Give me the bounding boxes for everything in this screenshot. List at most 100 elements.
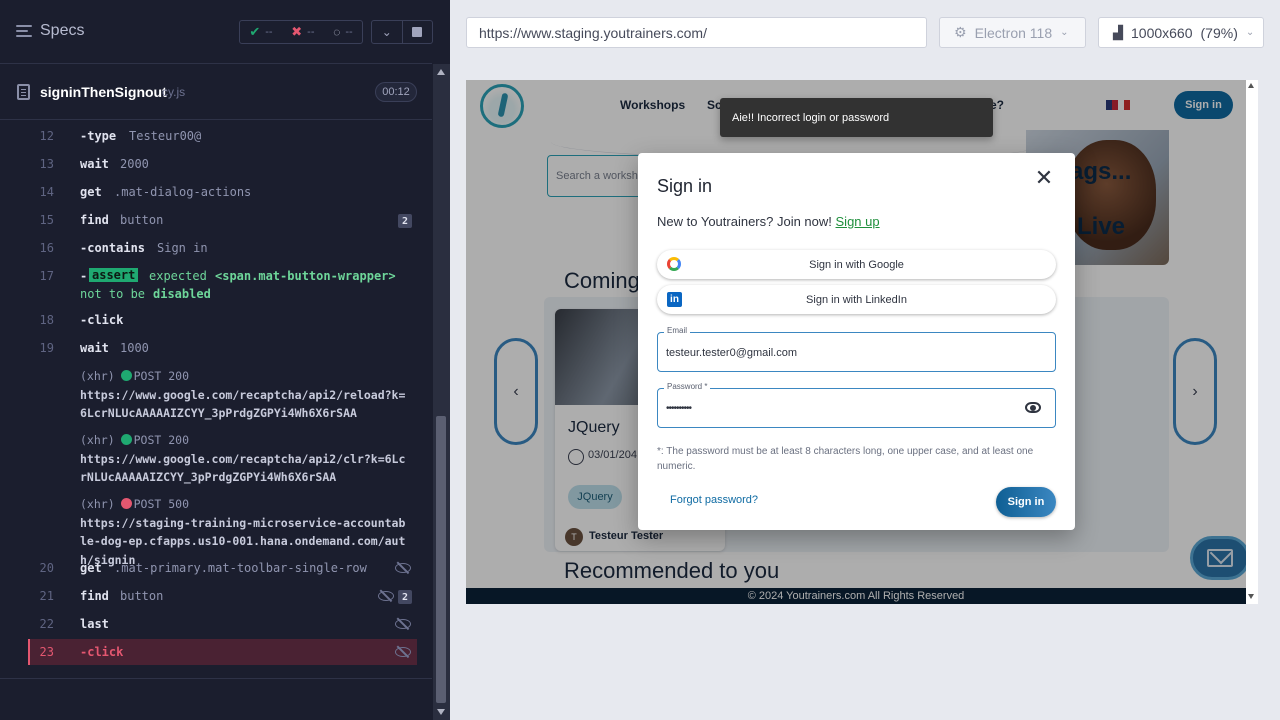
xhr-status: POST 500	[133, 497, 190, 511]
password-label: Password *	[664, 382, 711, 391]
xhr-url: https://www.google.com/recaptcha/api2/re…	[80, 387, 406, 421]
command-number: 16	[39, 241, 54, 255]
document-icon	[17, 84, 30, 100]
scroll-down-icon[interactable]	[1248, 594, 1254, 599]
zoom-level: (79%)	[1200, 24, 1238, 41]
xhr-url: https://www.google.com/recaptcha/api2/cl…	[80, 451, 406, 485]
email-field[interactable]: Email testeur.tester0@gmail.com	[657, 326, 1056, 372]
browser-name: Electron 118	[974, 24, 1053, 41]
spec-title-row: signinThenSignout cy.js 00:12	[0, 65, 432, 120]
command-number: 21	[39, 589, 54, 603]
xhr-prefix: (xhr)	[80, 497, 115, 511]
eye-icon[interactable]	[1025, 402, 1041, 413]
check-icon: ✔	[249, 24, 261, 39]
stop-button[interactable]	[401, 21, 433, 43]
command-name: find	[80, 213, 109, 227]
status-dot-icon	[120, 370, 132, 381]
google-signin-button[interactable]: Sign in with Google	[657, 250, 1056, 279]
scroll-thumb[interactable]	[436, 416, 446, 703]
password-value: ••••••••••	[666, 403, 692, 414]
element-count-badge: 2	[398, 590, 412, 604]
command-name: -click	[80, 645, 124, 659]
email-label: Email	[664, 326, 691, 335]
xhr-log-entry[interactable]: (xhr) POST 200 https://www.google.com/rec…	[80, 367, 410, 423]
url-bar[interactable]: https://www.staging.youtrainers.com/	[466, 17, 927, 48]
command-number: 20	[39, 561, 54, 575]
test-stats: ✔ -- ✖ -- ◌ --	[239, 20, 363, 44]
signup-link[interactable]: Sign up	[836, 214, 880, 229]
command-name: wait	[80, 157, 109, 171]
error-toast: Aie!! Incorrect login or password	[720, 98, 993, 137]
google-icon	[667, 257, 681, 271]
specs-label: Specs	[40, 22, 85, 39]
element-count-badge: 2	[398, 214, 412, 228]
menu-icon	[16, 25, 32, 37]
viewport-size: 1000x660	[1131, 24, 1193, 41]
assert-message: not to be	[80, 287, 146, 301]
command-message: Testeur00@	[129, 129, 202, 143]
command-name: -type	[80, 129, 117, 143]
chevron-down-icon[interactable]: ⌄	[372, 21, 402, 43]
status-dot-icon	[120, 434, 132, 445]
scroll-up-icon[interactable]	[437, 69, 445, 75]
xhr-status: POST 200	[133, 433, 190, 447]
cypress-reporter: Specs ✔ -- ✖ -- ◌ -- ⌄ signinThenSignout cy…	[0, 0, 450, 720]
command-number: 17	[39, 269, 54, 283]
specs-toggle-button[interactable]: Specs	[16, 22, 84, 40]
command-number: 12	[39, 129, 54, 143]
command-message: button	[120, 589, 164, 603]
spec-name: signinThenSignout	[40, 84, 167, 100]
scroll-down-icon[interactable]	[437, 709, 445, 715]
command-number: 15	[39, 213, 54, 227]
pending-stat: ◌ --	[333, 25, 353, 39]
google-signin-label: Sign in with Google	[809, 258, 904, 271]
chevron-down-icon: ⌄	[1060, 27, 1069, 38]
stop-icon	[412, 27, 423, 37]
eye-off-icon	[395, 619, 411, 629]
spec-extension: cy.js	[162, 85, 186, 99]
assert-subject: <span.mat-button-wrapper>	[215, 269, 396, 283]
command-name: -contains	[80, 241, 146, 255]
password-field[interactable]: Password * ••••••••••	[657, 382, 1056, 428]
xhr-prefix: (xhr)	[80, 433, 115, 447]
reporter-footer-divider	[0, 678, 432, 679]
chevron-down-icon: ⌄	[1245, 27, 1255, 38]
app-under-test-frame: Workshops Sc e? Sign in ags... Live Sear…	[466, 80, 1246, 604]
browser-selector[interactable]: ⚙ Electron 118 ⌄	[939, 17, 1086, 48]
command-message: 1000	[120, 341, 149, 355]
command-number: 23	[39, 645, 54, 659]
xhr-log-entry[interactable]: (xhr) POST 500 https://staging-training-m…	[80, 495, 410, 569]
command-message: 2000	[120, 157, 149, 171]
command-name: last	[80, 617, 109, 631]
eye-off-icon	[395, 647, 411, 657]
viewport-selector[interactable]: ▟ 1000x660 (79%) ⌄	[1098, 17, 1264, 48]
xhr-log-entry[interactable]: (xhr) POST 200 https://www.google.com/rec…	[80, 431, 410, 487]
xhr-status: POST 200	[133, 369, 190, 383]
command-log: 12 -type Testeur00@ 13 wait 2000 14 get …	[0, 121, 432, 681]
password-hint: *: The password must be at least 8 chara…	[657, 446, 1034, 472]
reporter-scrollbar[interactable]	[433, 64, 450, 720]
run-controls: ⌄	[371, 20, 433, 44]
linkedin-signin-button[interactable]: in Sign in with LinkedIn	[657, 285, 1056, 314]
signin-submit-button[interactable]: Sign in	[996, 487, 1056, 517]
command-number: 13	[39, 157, 54, 171]
dialog-title: Sign in	[657, 176, 713, 196]
scroll-up-icon[interactable]	[1248, 83, 1254, 88]
reporter-header: Specs ✔ -- ✖ -- ◌ -- ⌄	[0, 0, 433, 64]
close-icon[interactable]: ✕	[1033, 167, 1055, 189]
app-scrollbar[interactable]	[1246, 80, 1258, 604]
forgot-password-link[interactable]: Forgot password?	[670, 494, 758, 506]
command-message: button	[120, 213, 164, 227]
command-number: 14	[39, 185, 54, 199]
assert-message: expected	[149, 269, 207, 283]
command-number: 22	[39, 617, 54, 631]
command-name: -click	[80, 313, 124, 327]
eye-off-icon	[378, 591, 394, 601]
browser-icon: ⚙	[954, 24, 967, 40]
linkedin-icon: in	[667, 292, 682, 307]
email-value: testeur.tester0@gmail.com	[666, 347, 797, 359]
command-name: -	[80, 269, 88, 283]
command-row[interactable]: 17 - assert expected <span.mat-button-wr…	[30, 268, 417, 305]
command-number: 18	[39, 313, 54, 327]
command-message: .mat-dialog-actions	[114, 185, 252, 199]
